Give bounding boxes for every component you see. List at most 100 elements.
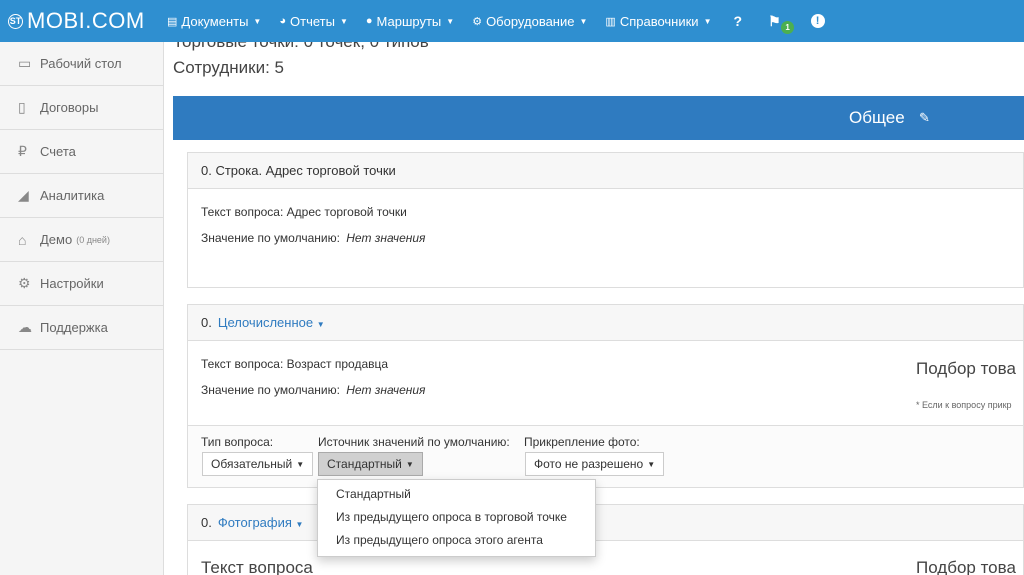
sidebar: ▭ Рабочий стол ▯ Договоры ₽ Счета ◢ Анал… (0, 42, 164, 575)
question-text-label: Текст вопроса: (201, 205, 284, 219)
question-number: 0. (201, 315, 212, 330)
sidebar-item-demo[interactable]: ⌂ Демо (0 дней) (0, 218, 163, 262)
nav-documents[interactable]: ▤ Документы ▼ (158, 0, 270, 42)
gears-icon: ⚙ (472, 15, 483, 28)
default-source-menu: Стандартный Из предыдущего опроса в торг… (317, 479, 596, 557)
question-text-value: Возраст продавца (286, 357, 389, 371)
caret-down-icon: ▼ (446, 16, 455, 26)
question-type-dropdown[interactable]: Фотография ▼ (218, 515, 304, 530)
tasks-icon: ⚑ (768, 12, 781, 29)
question-header: 0. Целочисленное ▼ (188, 305, 1023, 341)
question-type-value: Обязательный (211, 457, 293, 471)
sidebar-item-label: Поддержка (40, 320, 108, 335)
sidebar-item-analytics[interactable]: ◢ Аналитика (0, 174, 163, 218)
default-value-row: Значение по умолчанию: Нет значения (201, 231, 425, 245)
nav-label: Маршруты (376, 13, 442, 29)
notification-badge: 1 (781, 20, 795, 34)
help-button[interactable]: ? (721, 13, 756, 29)
default-source-select[interactable]: Стандартный ▼ (318, 452, 423, 476)
question-text-label: Текст вопроса: (201, 357, 284, 371)
desktop-icon: ▭ (18, 55, 32, 71)
globe-icon: ● (365, 15, 373, 27)
nav-equipment[interactable]: ⚙ Оборудование ▼ (463, 0, 596, 42)
logo[interactable]: ST MOBI.COM (8, 8, 158, 34)
logo-mark: ST (8, 13, 23, 29)
question-card: 0. Строка. Адрес торговой точки Текст во… (187, 152, 1024, 288)
bank-icon: ⌂ (18, 231, 27, 248)
caret-down-icon: ▼ (296, 459, 305, 469)
caret-down-icon: ▼ (405, 459, 414, 469)
caret-down-icon: ▼ (295, 520, 304, 529)
menu-option-standard[interactable]: Стандартный (336, 487, 411, 501)
question-text-row: Текст вопроса: Возраст продавца (201, 357, 388, 371)
nav-routes[interactable]: ● Маршруты ▼ (357, 0, 463, 42)
sidebar-item-label: Рабочий стол (40, 56, 122, 71)
default-value: Нет значения (346, 383, 426, 397)
default-value-label: Значение по умолчанию: (201, 383, 340, 397)
product-selection-note: * Если к вопросу прикр (916, 400, 1012, 410)
question-header: 0. Строка. Адрес торговой точки (188, 153, 1023, 189)
sidebar-item-settings[interactable]: ⚙ Настройки (0, 262, 163, 306)
question-text-value: Адрес торговой точки (286, 205, 407, 219)
alerts-button[interactable]: ! (798, 14, 838, 28)
sidebar-item-label: Демо (40, 232, 73, 247)
product-selection-title: Подбор това (916, 558, 1016, 575)
question-number: 0. (201, 515, 212, 530)
panel-header: Общее ✎ (173, 96, 1024, 140)
question-card: 0. Целочисленное ▼ Текст вопроса: Возрас… (187, 304, 1024, 488)
default-value-row: Значение по умолчанию: Нет значения (201, 383, 425, 397)
default-source-value: Стандартный (327, 457, 402, 471)
alert-icon: ! (810, 14, 825, 28)
question-title: 0. Строка. Адрес торговой точки (201, 163, 396, 178)
document-icon: ▤ (167, 15, 178, 28)
caret-down-icon: ▼ (316, 320, 325, 329)
question-type-label: Тип вопроса: (201, 435, 274, 449)
nav-label: Оборудование (486, 13, 575, 29)
caret-down-icon: ▼ (579, 16, 588, 26)
caret-down-icon: ▼ (253, 16, 262, 26)
default-value-label: Значение по умолчанию: (201, 231, 340, 245)
question-header: 0. Фотография ▼ (188, 505, 1023, 541)
sidebar-item-contracts[interactable]: ▯ Договоры (0, 86, 163, 130)
question-type-select[interactable]: Обязательный ▼ (202, 452, 314, 476)
nav-reports[interactable]: ◕ Отчеты ▼ (270, 0, 357, 42)
photo-attach-label: Прикрепление фото: (524, 435, 640, 449)
gear-icon: ⚙ (18, 275, 31, 291)
sidebar-item-support[interactable]: ☁ Поддержка (0, 306, 163, 350)
book-icon: ▥ (605, 15, 616, 28)
caret-down-icon: ▼ (703, 16, 712, 26)
area-chart-icon: ◢ (18, 187, 29, 203)
pie-chart-icon: ◕ (279, 15, 286, 27)
chat-icon: ☁ (18, 319, 32, 335)
employees-stat: Сотрудники: 5 (173, 58, 284, 77)
logo-text: MOBI.COM (27, 8, 145, 33)
default-value: Нет значения (346, 231, 426, 245)
caret-down-icon: ▼ (339, 16, 348, 26)
product-selection-title: Подбор това (916, 359, 1016, 378)
question-settings: Тип вопроса: Источник значений по умолча… (188, 425, 1023, 487)
sidebar-item-label: Аналитика (40, 188, 105, 203)
photo-attach-select[interactable]: Фото не разрешено ▼ (525, 452, 665, 476)
question-type-dropdown[interactable]: Целочисленное ▼ (218, 315, 325, 330)
question-card: 0. Фотография ▼ Текст вопроса Подбор тов… (187, 504, 1024, 575)
ruble-icon: ₽ (18, 143, 27, 159)
menu-option-prev-outlet[interactable]: Из предыдущего опроса в торговой точке (336, 510, 567, 524)
caret-down-icon: ▼ (647, 459, 656, 469)
default-source-label: Источник значений по умолчанию: (318, 435, 510, 449)
nav-label: Отчеты (290, 13, 335, 29)
menu-option-prev-agent[interactable]: Из предыдущего опроса этого агента (336, 533, 543, 547)
question-type-label: Целочисленное (217, 315, 314, 330)
edit-icon[interactable]: ✎ (919, 110, 930, 126)
help-icon: ? (733, 13, 743, 29)
tasks-button[interactable]: ⚑ 1 (755, 12, 795, 34)
sidebar-item-label: Договоры (40, 100, 99, 115)
question-text-label: Текст вопроса (201, 558, 313, 575)
outlets-stat: Торговые точки: 0 точек, 0 типов (173, 42, 429, 52)
nav-references[interactable]: ▥ Справочники ▼ (596, 0, 720, 42)
nav-label: Документы (181, 13, 249, 29)
sidebar-item-label: Настройки (40, 276, 104, 291)
sidebar-item-invoices[interactable]: ₽ Счета (0, 130, 163, 174)
sidebar-item-label: Счета (40, 144, 76, 159)
sidebar-item-desktop[interactable]: ▭ Рабочий стол (0, 42, 163, 86)
photo-attach-value: Фото не разрешено (534, 457, 644, 471)
